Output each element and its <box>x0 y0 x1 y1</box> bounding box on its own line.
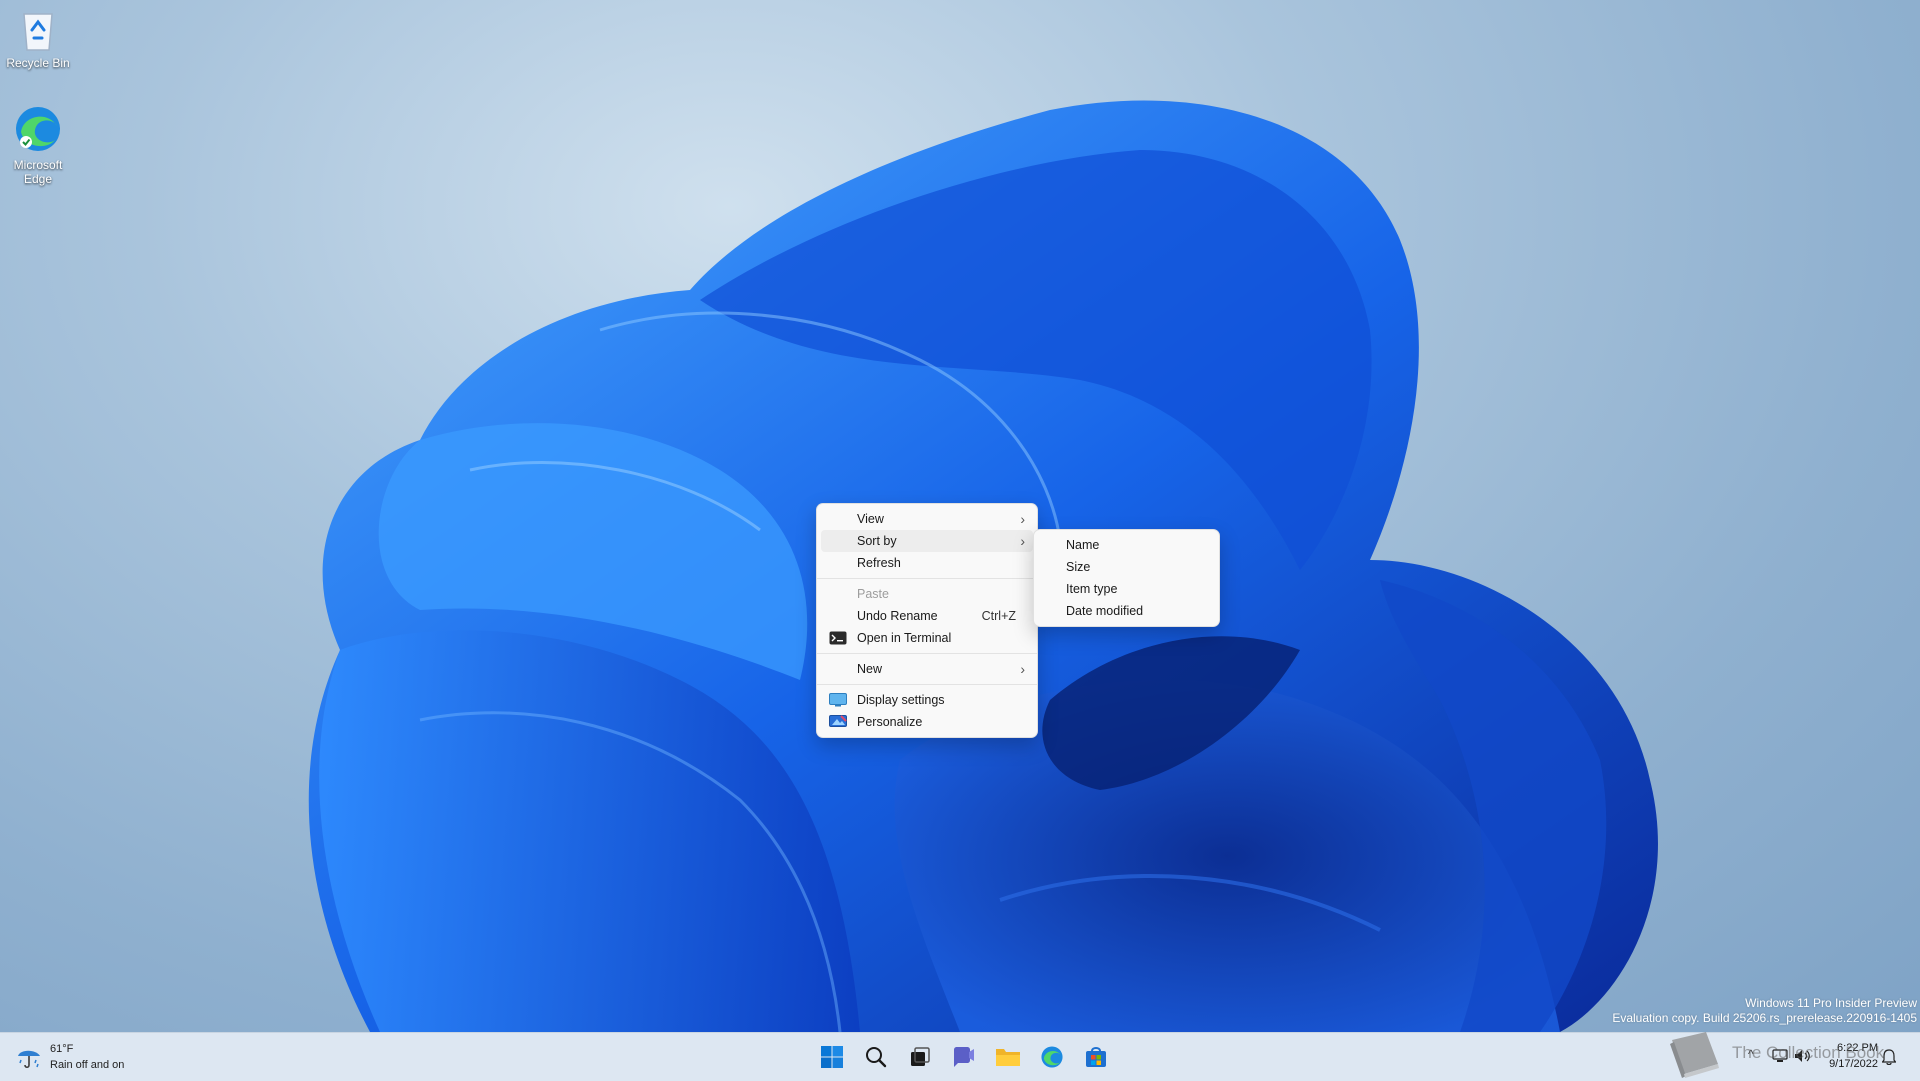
task-view-icon <box>911 1047 930 1066</box>
menu-separator <box>817 653 1037 654</box>
rain-icon <box>18 1050 40 1069</box>
menu-item-refresh-label: Refresh <box>857 556 901 570</box>
taskbar: 61°F Rain off and on ^ 6:22 PM 9/17/2022 <box>0 1032 1920 1081</box>
menu-item-open-terminal[interactable]: Open in Terminal <box>821 627 1033 649</box>
menu-item-sort-by[interactable]: Sort by › <box>821 530 1033 552</box>
task-view-button[interactable] <box>902 1039 938 1075</box>
search-icon <box>866 1047 887 1068</box>
menu-item-view[interactable]: View › <box>821 508 1033 530</box>
chat-icon <box>954 1047 974 1067</box>
store-button[interactable] <box>1078 1039 1114 1075</box>
menu-separator <box>817 578 1037 579</box>
sort-item-name-label: Name <box>1066 538 1100 552</box>
display-icon <box>829 693 847 707</box>
sort-item-item-type[interactable]: Item type <box>1038 578 1215 600</box>
edge-taskbar-button[interactable] <box>1034 1039 1070 1075</box>
menu-item-personalize[interactable]: Personalize <box>821 711 1033 733</box>
chevron-right-icon: › <box>1020 661 1025 677</box>
watermark-line1: Windows 11 Pro Insider Preview <box>1745 996 1917 1010</box>
sort-item-item-type-label: Item type <box>1066 582 1118 596</box>
menu-item-undo-rename-label: Undo Rename <box>857 609 938 623</box>
edge-label-line2: Edge <box>23 172 53 186</box>
chevron-right-icon: › <box>1020 511 1025 527</box>
terminal-icon <box>829 631 847 645</box>
sort-item-size-label: Size <box>1066 560 1091 574</box>
sort-item-size[interactable]: Size <box>1038 556 1215 578</box>
sort-item-date-modified-label: Date modified <box>1066 604 1144 618</box>
chevron-right-icon: › <box>1020 533 1025 549</box>
weather-temperature: 61°F <box>50 1043 74 1055</box>
watermark-line2: Evaluation copy. Build 25206.rs_prerelea… <box>1612 1011 1917 1025</box>
menu-item-display-settings[interactable]: Display settings <box>821 689 1033 711</box>
edge-icon <box>1041 1046 1063 1068</box>
menu-item-refresh[interactable]: Refresh <box>821 552 1033 574</box>
overlay-watermark-text: The Collection Book <box>1732 1043 1885 1062</box>
personalize-icon <box>829 715 847 727</box>
start-icon <box>821 1046 843 1068</box>
sort-item-name[interactable]: Name <box>1038 534 1215 556</box>
menu-item-open-terminal-label: Open in Terminal <box>857 631 952 645</box>
menu-item-new-label: New <box>857 662 883 676</box>
book-icon <box>1670 1032 1719 1078</box>
sort-item-date-modified[interactable]: Date modified <box>1038 600 1215 622</box>
recycle-bin-label: Recycle Bin <box>6 56 70 70</box>
recycle-bin-shortcut[interactable]: Recycle Bin <box>0 8 76 70</box>
weather-condition: Rain off and on <box>50 1059 125 1071</box>
menu-separator <box>817 684 1037 685</box>
desktop[interactable]: Recycle Bin Microsoft Edge Windows 11 Pr… <box>0 0 1920 1032</box>
undo-shortcut: Ctrl+Z <box>981 609 1016 623</box>
menu-item-undo-rename[interactable]: Undo Rename Ctrl+Z <box>821 605 1033 627</box>
menu-item-new[interactable]: New › <box>821 658 1033 680</box>
menu-item-personalize-label: Personalize <box>857 715 923 729</box>
recycle-bin-icon <box>23 13 53 51</box>
menu-item-paste[interactable]: Paste <box>821 583 1033 605</box>
edge-label-line1: Microsoft <box>13 158 63 172</box>
menu-item-view-label: View <box>857 512 884 526</box>
microsoft-edge-shortcut[interactable]: Microsoft Edge <box>0 104 76 186</box>
menu-item-paste-label: Paste <box>857 587 889 601</box>
file-explorer-icon <box>996 1049 1020 1066</box>
chat-button[interactable] <box>946 1039 982 1075</box>
sort-by-submenu: Name Size Item type Date modified <box>1033 529 1220 627</box>
file-explorer-button[interactable] <box>990 1039 1026 1075</box>
menu-item-sort-by-label: Sort by <box>857 534 897 548</box>
menu-item-display-settings-label: Display settings <box>857 693 945 707</box>
search-button[interactable] <box>858 1039 894 1075</box>
build-watermark: Windows 11 Pro Insider Preview Evaluatio… <box>1612 996 1917 1026</box>
desktop-context-menu: View › Sort by › Refresh Paste Undo Rena… <box>816 503 1038 738</box>
start-button[interactable] <box>814 1039 850 1075</box>
taskbar-apps <box>814 1039 1114 1075</box>
edge-icon <box>16 107 60 151</box>
store-icon <box>1086 1047 1106 1067</box>
